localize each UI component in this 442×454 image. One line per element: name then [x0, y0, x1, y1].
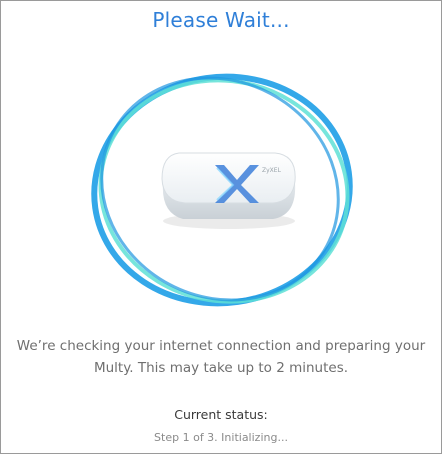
dialog-title: Please Wait...	[152, 8, 290, 32]
current-status-value: Step 1 of 3. Initializing...	[154, 431, 288, 444]
loading-animation: ZyXEL	[87, 73, 357, 308]
status-message: We’re checking your internet connection …	[5, 335, 437, 379]
device-logo-text: ZyXEL	[262, 167, 282, 174]
spinner-ring-icon: ZyXEL	[91, 73, 353, 307]
current-status-label: Current status:	[174, 407, 268, 422]
message-line-2: Multy. This may take up to 2 minutes.	[93, 360, 349, 376]
please-wait-dialog: Please Wait... ZyXEL We’re checking your…	[0, 0, 442, 454]
message-line-1: We’re checking your internet connection …	[16, 338, 426, 354]
router-device-icon: ZyXEL	[161, 152, 296, 229]
